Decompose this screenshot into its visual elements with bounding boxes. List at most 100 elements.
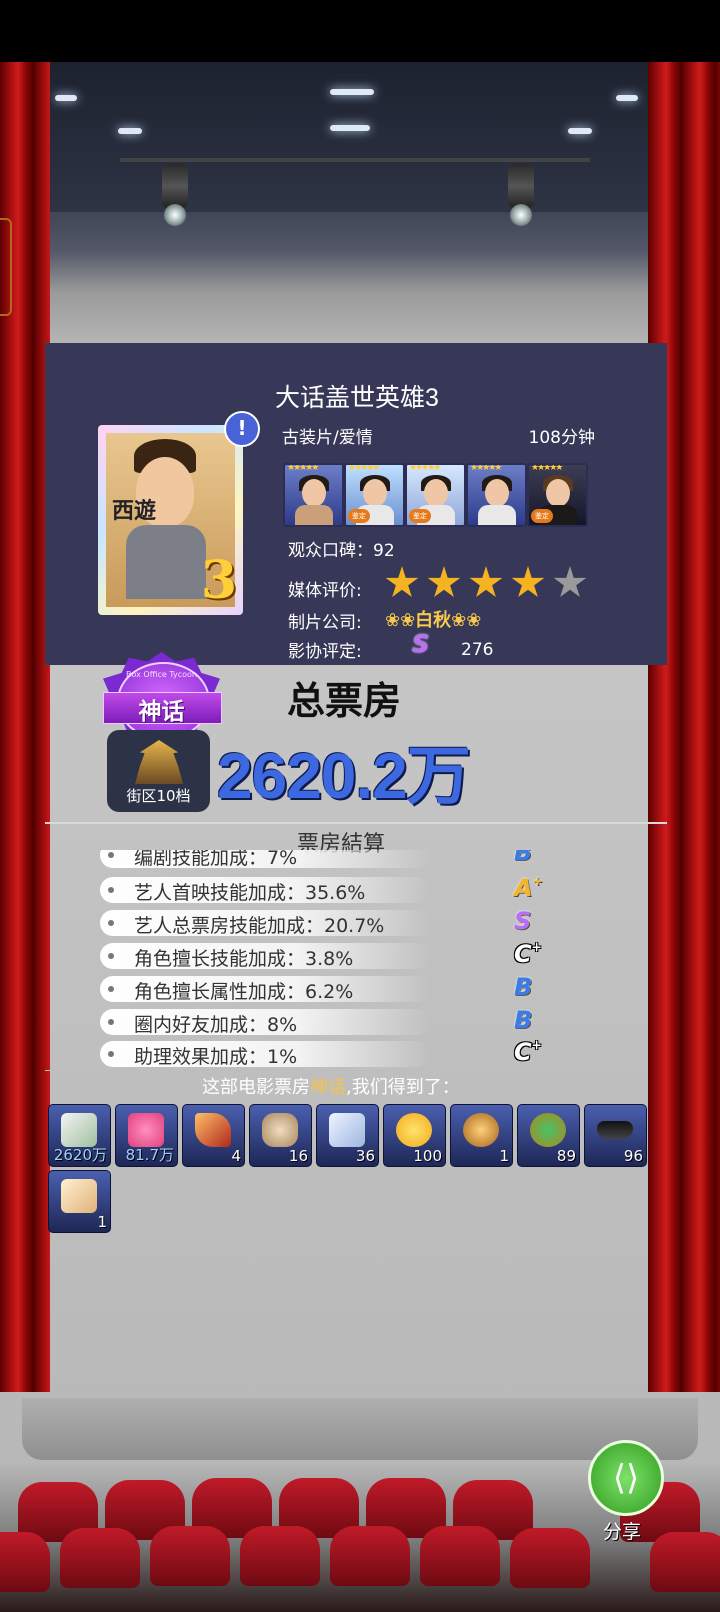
actor-tag: 鉴定 [531, 509, 553, 523]
bonus-text: 艺人首映技能加成：35.6% [134, 882, 366, 904]
total-box-office-label: 总票房 [287, 679, 402, 723]
audience-score: 观众口碑：92 [288, 536, 395, 561]
ceiling-light [330, 125, 370, 131]
reward-count: 100 [413, 1147, 442, 1165]
actor-avatar[interactable]: ★★★★★ [283, 463, 344, 527]
bonus-grade: B [514, 973, 532, 1001]
movie-poster[interactable]: 西遊 3 [98, 425, 243, 615]
total-box-office-value: 2620.2万 [217, 740, 471, 812]
bonus-grade: C+ [514, 940, 542, 968]
bonus-grade-letter: B [514, 973, 533, 1001]
reward-item[interactable]: 1 [450, 1104, 513, 1167]
bonus-row: 角色擅长技能加成：3.8% [100, 943, 430, 970]
reward-count: 2620万 [53, 1146, 107, 1164]
reward-item[interactable]: 89 [517, 1104, 580, 1167]
pot-icon [463, 1113, 499, 1147]
actor-stars: ★★★★★ [348, 463, 380, 473]
studio-label: 制片公司: [288, 613, 362, 633]
bonus-grade-letter: A [514, 874, 533, 902]
bonus-grade-letter: C [514, 1038, 532, 1066]
poster-number: 3 [200, 550, 237, 611]
media-label: 媒体评价: [288, 581, 362, 601]
reward-item[interactable]: 81.7万 [115, 1104, 178, 1167]
reward-item[interactable]: 1 [48, 1170, 111, 1233]
reward-item[interactable]: 16 [249, 1104, 312, 1167]
actor-avatar[interactable]: ★★★★★ 鉴定 [344, 463, 405, 527]
reward-item[interactable]: 4 [182, 1104, 245, 1167]
emoji-icon [396, 1113, 432, 1147]
plus-icon: + [531, 940, 542, 954]
bonus-text: 编剧技能加成：7% [134, 850, 298, 869]
badge-title: 神话 [138, 699, 185, 725]
scroll-icon [61, 1179, 97, 1213]
bonus-row: 艺人总票房技能加成：20.7% [100, 910, 430, 937]
reward-count: 16 [288, 1147, 308, 1165]
plus-icon: + [531, 1038, 542, 1052]
bonus-row: 圈内好友加成：8% [100, 1009, 430, 1036]
pouch-icon [262, 1113, 298, 1147]
map-icon [329, 1113, 365, 1147]
bonus-text: 角色擅长属性加成：6.2% [134, 981, 354, 1003]
reward-item[interactable]: 36 [316, 1104, 379, 1167]
plus-icon: + [532, 874, 543, 888]
hearts-icon [128, 1113, 164, 1147]
reward-count: 89 [556, 1147, 576, 1165]
seat [60, 1528, 140, 1588]
actor-avatar[interactable]: ★★★★★ 鉴定 [405, 463, 466, 527]
ceiling-light [118, 128, 142, 134]
share-label[interactable]: 分享 [603, 1517, 641, 1544]
bonus-list[interactable]: 编剧技能加成：7% B 艺人首映技能加成：35.6% A+ 艺人总票房技能加成：… [0, 850, 720, 1070]
poster-robe [126, 525, 206, 599]
assoc-grade: S [412, 630, 430, 658]
building-icon [135, 740, 183, 784]
bonus-grade: S [514, 907, 531, 935]
rewards-divider [45, 1070, 645, 1071]
movie-duration: 108分钟 [528, 428, 595, 448]
bonus-grade: A+ [514, 874, 543, 902]
bonus-row: 艺人首映技能加成：35.6% [100, 877, 430, 904]
bonus-row: 助理效果加成：1% [100, 1041, 430, 1068]
movie-genre: 古装片/爱情 [282, 428, 373, 448]
reward-item[interactable]: 100 [383, 1104, 446, 1167]
rewards-title-pre: 这部电影票房 [202, 1077, 310, 1098]
rewards-title: 这部电影票房神话,我们得到了： [202, 1073, 460, 1099]
bonus-text: 助理效果加成：1% [134, 1046, 298, 1068]
studio-name: ❀❀白秋❀❀ [385, 610, 482, 631]
spotlight [504, 150, 538, 230]
actor-tag: 鉴定 [409, 509, 431, 523]
bonus-text: 圈内好友加成：8% [134, 1014, 298, 1036]
seat [510, 1528, 590, 1588]
actor-avatar[interactable]: ★★★★★ 鉴定 [527, 463, 588, 527]
alert-icon[interactable]: ! [224, 411, 260, 447]
seat [0, 1532, 50, 1592]
audience-value: 92 [373, 541, 395, 561]
reward-item[interactable]: 96 [584, 1104, 647, 1167]
bonus-text: 艺人总票房技能加成：20.7% [134, 915, 385, 937]
bonus-grade-letter: B [514, 1006, 533, 1034]
bonus-grade-letter: S [514, 907, 532, 935]
actor-stars: ★★★★★ [409, 463, 441, 473]
share-button[interactable]: ⟨⟩ [588, 1440, 664, 1516]
side-tab[interactable] [0, 218, 12, 316]
poster-text: 西遊 [112, 498, 157, 524]
rewards-title-post: ,我们得到了： [346, 1077, 460, 1098]
ceiling [50, 62, 670, 212]
spotlight [158, 150, 192, 230]
district-label: 街区10档 [126, 787, 191, 805]
actor-stars: ★★★★★ [531, 463, 563, 473]
bonus-grade-letter: B [514, 850, 533, 866]
bonus-grade: B [514, 850, 532, 866]
reward-count: 96 [623, 1147, 643, 1165]
audience-label: 观众口碑： [288, 541, 373, 561]
money-icon [61, 1113, 97, 1147]
reward-count: 36 [355, 1147, 375, 1165]
bonus-grade: C+ [514, 1038, 542, 1066]
actor-avatar[interactable]: ★★★★★ [466, 463, 527, 527]
ceiling-light [55, 95, 77, 101]
bonus-grade-letter: C [514, 940, 532, 968]
reward-count: 4 [231, 1147, 241, 1165]
badge-small-text: Box Office Tycoon [126, 670, 197, 679]
ceiling-light [616, 95, 638, 101]
reward-item[interactable]: 2620万 [48, 1104, 111, 1167]
bonus-text: 角色擅长技能加成：3.8% [134, 948, 354, 970]
